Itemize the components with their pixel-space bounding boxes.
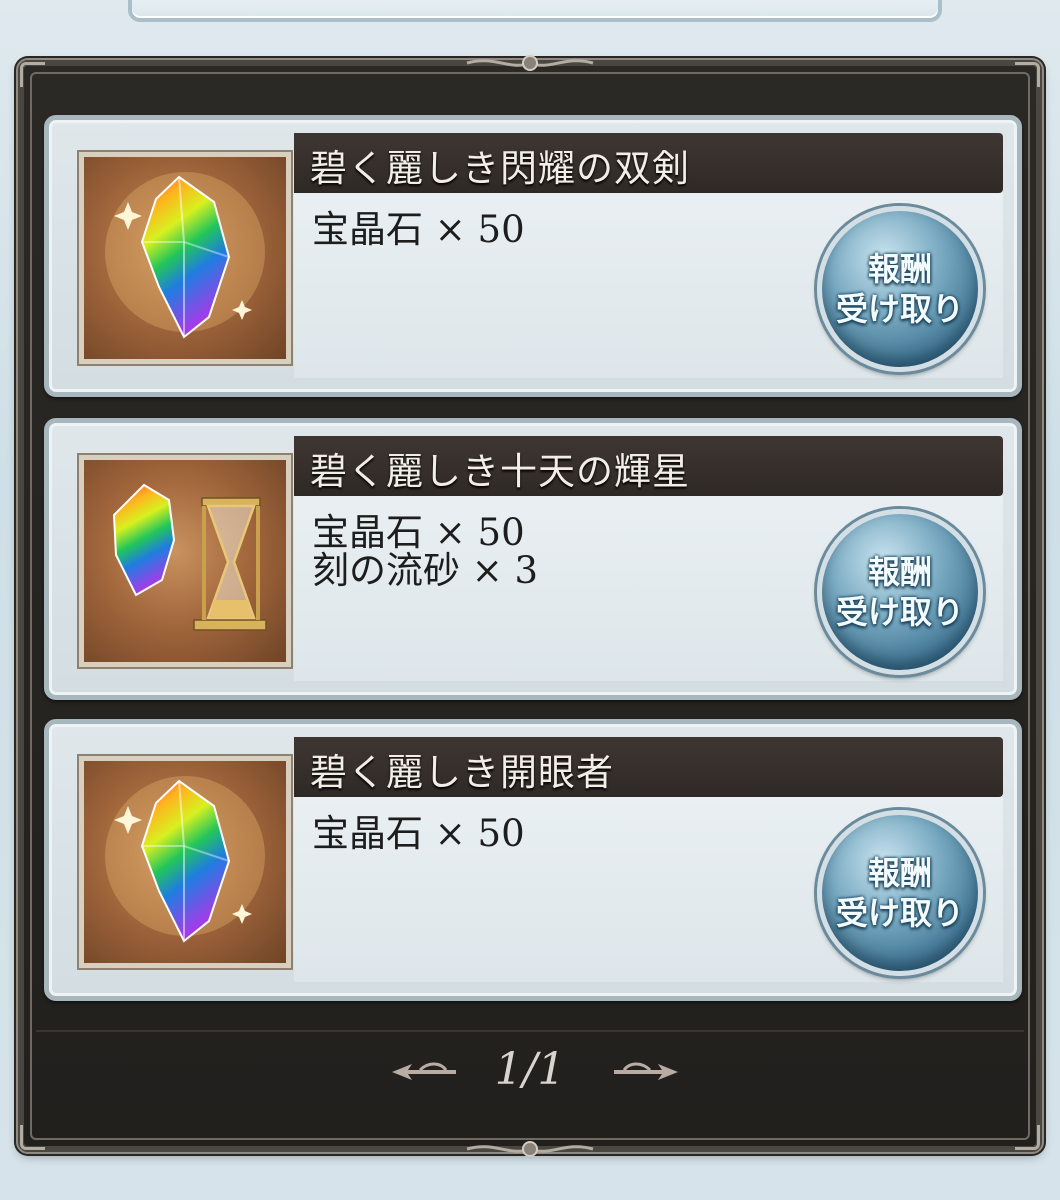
reward-item: 宝晶石 × 50	[312, 812, 525, 855]
reward-item: 刻の流砂 × 3	[312, 549, 539, 592]
claim-reward-button[interactable]: 報酬 受け取り	[817, 206, 983, 372]
reward-title-bar: 碧く麗しき十天の輝星	[294, 436, 1003, 496]
reward-title-bar: 碧く麗しき開眼者	[294, 737, 1003, 797]
reward-card: 碧く麗しき十天の輝星 宝晶石 × 50 刻の流砂 × 3 報酬 受け取り	[44, 418, 1022, 700]
frame-ornament-icon	[466, 1141, 594, 1157]
claim-label-bottom: 受け取り	[835, 290, 964, 328]
reward-item-list: 宝晶石 × 50	[312, 815, 525, 853]
reward-item-list: 宝晶石 × 50	[312, 211, 525, 249]
crystal-and-hourglass-icon	[77, 453, 293, 669]
frame-ornament-icon	[466, 55, 594, 71]
frame-corner	[20, 1125, 45, 1150]
reward-title: 碧く麗しき開眼者	[310, 751, 614, 794]
top-frame-edge	[128, 0, 942, 22]
pager-divider	[36, 1030, 1024, 1032]
page-indicator: 1/1	[494, 1044, 566, 1095]
reward-panel: 碧く麗しき閃耀の双剣 宝晶石 × 50 報酬 受け取り 碧く麗しき十天の輝星 宝…	[18, 55, 1042, 1157]
claim-reward-button[interactable]: 報酬 受け取り	[817, 509, 983, 675]
pagination: 1/1	[24, 1030, 1036, 1110]
claim-reward-button[interactable]: 報酬 受け取り	[817, 810, 983, 976]
arrow-right-icon[interactable]	[610, 1060, 680, 1082]
frame-corner	[1015, 62, 1040, 87]
claim-label-top: 報酬	[867, 854, 932, 892]
claim-label-top: 報酬	[867, 553, 932, 591]
claim-label-bottom: 受け取り	[835, 894, 964, 932]
reward-item-list: 宝晶石 × 50 刻の流砂 × 3	[312, 514, 538, 590]
frame-corner	[1015, 1125, 1040, 1150]
reward-item: 宝晶石 × 50	[312, 208, 525, 251]
claim-label-top: 報酬	[867, 250, 932, 288]
reward-item: 宝晶石 × 50	[312, 511, 525, 554]
claim-label-bottom: 受け取り	[835, 593, 964, 631]
reward-title: 碧く麗しき十天の輝星	[310, 450, 690, 493]
reward-title-bar: 碧く麗しき閃耀の双剣	[294, 133, 1003, 193]
reward-card: 碧く麗しき閃耀の双剣 宝晶石 × 50 報酬 受け取り	[44, 115, 1022, 397]
frame-corner	[20, 62, 45, 87]
reward-card: 碧く麗しき開眼者 宝晶石 × 50 報酬 受け取り	[44, 719, 1022, 1001]
rainbow-crystal-icon	[77, 754, 293, 970]
reward-title: 碧く麗しき閃耀の双剣	[310, 147, 690, 190]
rainbow-crystal-icon	[77, 150, 293, 366]
